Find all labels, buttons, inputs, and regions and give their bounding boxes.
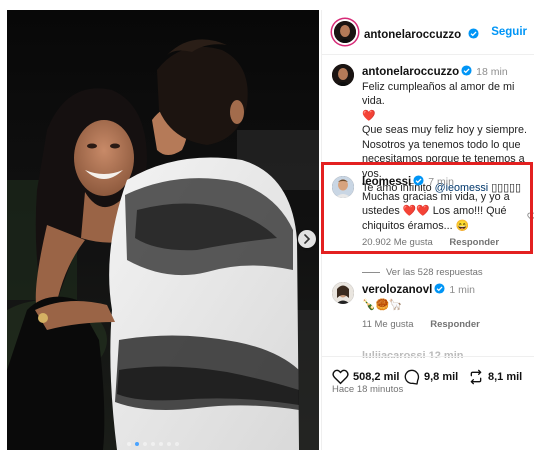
- verified-badge-icon: [434, 283, 445, 294]
- carousel-indicator: [127, 442, 179, 446]
- post-photo[interactable]: [7, 10, 319, 450]
- comment-reply-button[interactable]: Responder: [430, 319, 480, 330]
- caption-heart-emoji: ❤️: [362, 109, 376, 122]
- couple-photo-illustration: [7, 10, 319, 450]
- comment-meta: 11 Me gusta Responder: [362, 318, 534, 333]
- comment-text: 🍾🥮🦙: [362, 298, 403, 311]
- chevron-right-icon: [304, 234, 311, 244]
- caption-timestamp: 18 min: [476, 66, 508, 78]
- repost-button[interactable]: 8,1 mil: [468, 369, 522, 385]
- avatar-image: [332, 282, 354, 304]
- comment-button[interactable]: 9,8 mil: [404, 369, 458, 385]
- like-button[interactable]: 508,2 mil: [332, 369, 399, 385]
- comments-count: 9,8 mil: [424, 371, 459, 383]
- carousel-dot: [167, 442, 171, 446]
- author-username[interactable]: antonelaroccuzzo: [364, 29, 461, 41]
- avatar-image: [334, 21, 356, 43]
- author-avatar[interactable]: [334, 21, 356, 43]
- heart-icon: [332, 369, 349, 385]
- caption-line-1: Feliz cumpleaños al amor de mi vida.: [362, 80, 515, 108]
- commenter-avatar[interactable]: [332, 282, 354, 304]
- reposts-count: 8,1 mil: [488, 371, 523, 383]
- post-timestamp: Hace 18 minutos: [332, 384, 404, 395]
- carousel-dot: [175, 442, 179, 446]
- repost-icon: [470, 369, 482, 385]
- verified-badge-icon: [468, 28, 479, 39]
- comment-verolozanovl: verolozanovl 1 min 🍾🥮🦙 11 Me gusta Respon…: [332, 282, 532, 332]
- comment-likes-count[interactable]: 11 Me gusta: [362, 319, 414, 330]
- commenter-username[interactable]: verolozanovl: [362, 284, 432, 296]
- view-replies-label: Ver las 528 respuestas: [386, 267, 483, 278]
- replies-divider: [362, 272, 380, 273]
- avatar-image: [332, 64, 354, 86]
- carousel-dot: [151, 442, 155, 446]
- view-replies-button[interactable]: Ver las 528 respuestas: [362, 267, 483, 278]
- verified-badge-icon: [461, 65, 472, 76]
- follow-button[interactable]: Seguir: [491, 26, 527, 38]
- post-caption: antonelaroccuzzo 18 min Feliz cumpleaños …: [332, 64, 532, 194]
- instagram-post-view: antonelaroccuzzo Seguir antonelaroccuzzo…: [0, 0, 534, 462]
- carousel-next-button[interactable]: [298, 230, 316, 248]
- carousel-dot: [159, 442, 163, 446]
- post-header: antonelaroccuzzo Seguir: [322, 10, 534, 55]
- comment-timestamp: 1 min: [449, 284, 475, 296]
- caption-author-username[interactable]: antonelaroccuzzo: [362, 66, 459, 78]
- highlight-box: [321, 162, 533, 254]
- carousel-dot: [127, 442, 131, 446]
- caption-author-avatar[interactable]: [332, 64, 354, 86]
- likes-count: 508,2 mil: [353, 371, 400, 383]
- comment-body: verolozanovl 1 min 🍾🥮🦙 11 Me gusta Respon…: [362, 283, 534, 333]
- comment-bubble-icon: [404, 369, 420, 385]
- author-name-row[interactable]: antonelaroccuzzo: [364, 25, 479, 43]
- carousel-dot: [143, 442, 147, 446]
- carousel-dot-active: [135, 442, 139, 446]
